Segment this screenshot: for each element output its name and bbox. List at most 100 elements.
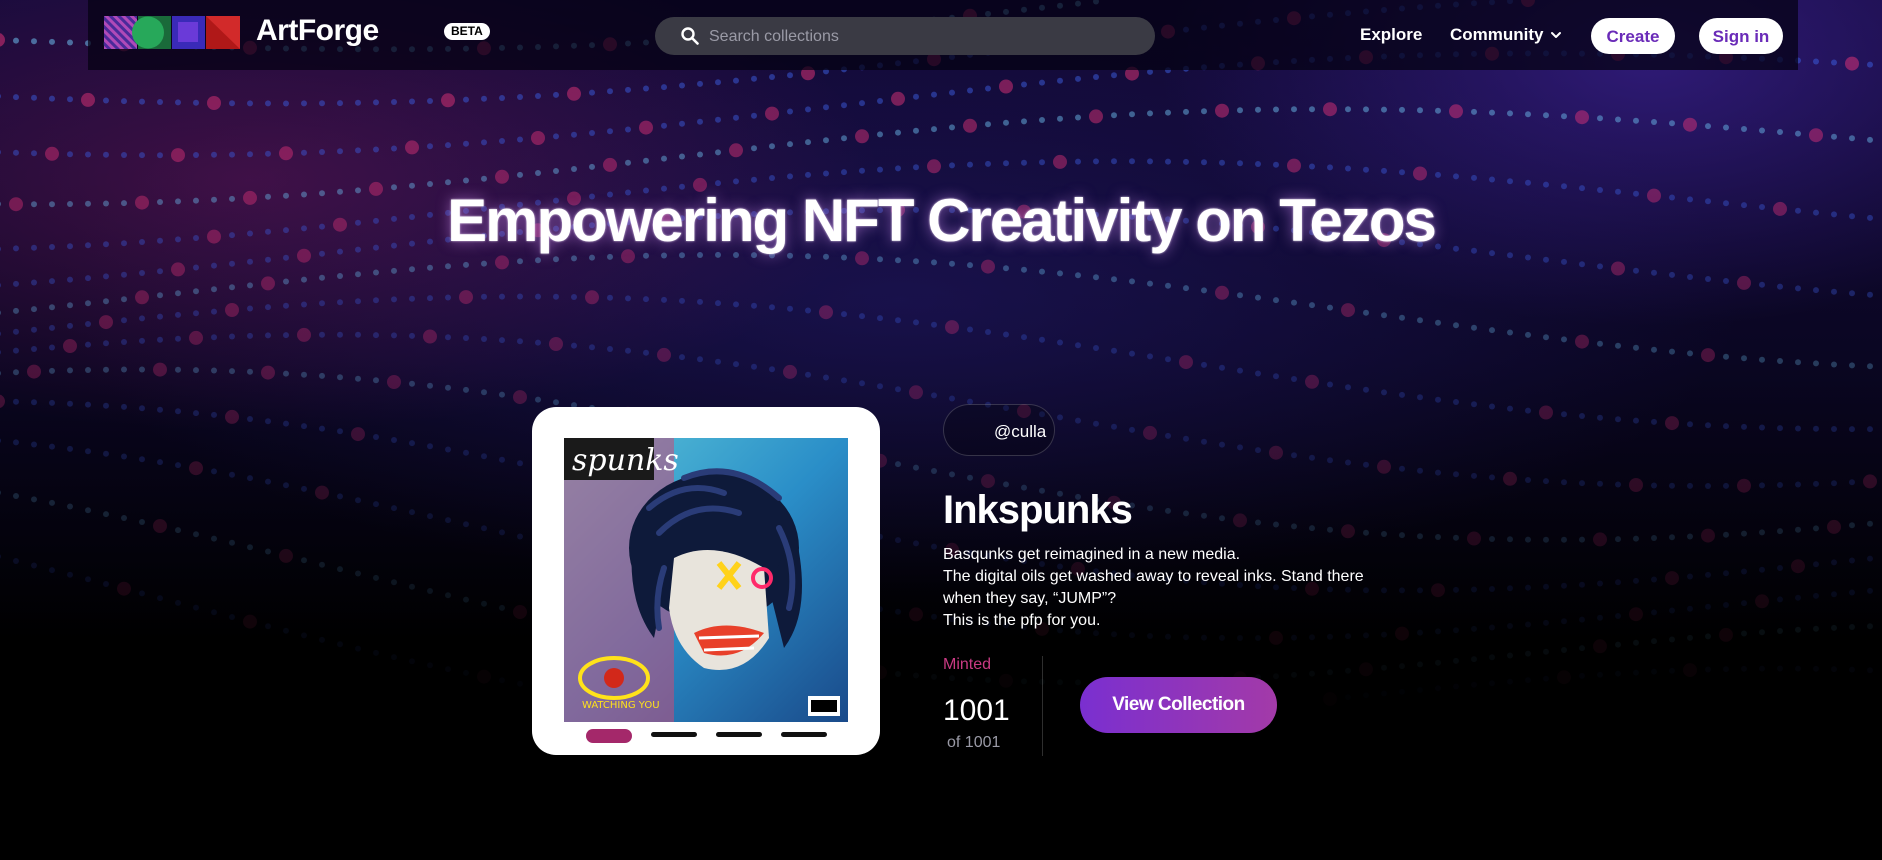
bg-particle — [445, 263, 451, 270]
creator-pill[interactable]: @culla — [943, 404, 1055, 456]
bg-particle — [661, 155, 667, 162]
bg-particle — [1849, 522, 1855, 529]
sign-in-button[interactable]: Sign in — [1699, 18, 1783, 54]
bg-particle — [229, 368, 235, 375]
bg-particle — [283, 302, 289, 309]
bg-particle — [1705, 123, 1711, 130]
bg-particle — [571, 131, 577, 138]
bg-particle — [1381, 531, 1387, 537]
bg-particle — [1165, 158, 1171, 165]
bg-particle — [1849, 666, 1855, 673]
bg-particle — [1309, 163, 1315, 170]
bg-particle — [625, 159, 631, 166]
collection-title: Inkspunks — [943, 488, 1133, 532]
bg-particle — [193, 367, 199, 374]
slide-indicator[interactable] — [651, 732, 697, 737]
bg-particle — [1143, 425, 1157, 440]
bg-particle — [931, 392, 937, 399]
bg-particle — [49, 278, 55, 285]
bg-particle — [1759, 629, 1765, 636]
bg-particle — [895, 317, 901, 324]
bg-particle — [499, 604, 505, 611]
bg-particle — [1741, 600, 1747, 607]
search-bar[interactable] — [655, 17, 1155, 57]
bg-particle — [769, 143, 775, 150]
bg-particle — [31, 346, 37, 352]
chevron-down-icon[interactable] — [1550, 31, 1562, 39]
bg-particle — [1795, 481, 1801, 488]
bg-particle — [0, 490, 1, 495]
bg-particle — [517, 171, 523, 178]
bg-particle — [67, 571, 73, 578]
bg-particle — [139, 270, 145, 276]
slide-indicator[interactable] — [716, 732, 762, 737]
bg-particle — [1237, 292, 1243, 299]
bg-particle — [121, 453, 127, 460]
bg-particle — [103, 273, 109, 280]
bg-particle — [495, 169, 509, 184]
bg-particle — [481, 95, 487, 102]
bg-particle — [1741, 665, 1747, 672]
bg-particle — [49, 499, 55, 506]
bg-particle — [1111, 158, 1117, 165]
bg-particle — [373, 332, 379, 339]
bg-particle — [1201, 438, 1207, 445]
bg-particle — [1737, 478, 1751, 493]
bg-particle — [175, 599, 181, 606]
bg-particle — [553, 168, 559, 174]
bg-particle — [1309, 454, 1315, 461]
slide-indicator[interactable] — [781, 732, 827, 737]
bg-particle — [985, 329, 991, 335]
view-collection-button[interactable]: View Collection — [1080, 677, 1277, 733]
featured-artwork-card[interactable]: spunks WATCHING YOU — [532, 407, 880, 755]
bg-particle — [1345, 694, 1351, 700]
bg-particle — [1147, 158, 1153, 165]
bg-particle — [121, 403, 127, 410]
bg-particle — [283, 332, 289, 339]
bg-particle — [1669, 607, 1675, 614]
nav-community[interactable]: Community — [1450, 25, 1544, 45]
bg-particle — [337, 428, 343, 435]
artwork-image[interactable]: spunks WATCHING YOU — [564, 438, 848, 722]
bg-particle — [787, 305, 793, 312]
bg-particle — [1525, 677, 1531, 683]
slide-indicator-active[interactable] — [586, 729, 632, 743]
bg-particle — [967, 262, 973, 269]
bg-particle — [895, 461, 901, 468]
bg-particle — [517, 293, 523, 300]
bg-particle — [1431, 583, 1445, 598]
bg-particle — [1075, 679, 1081, 685]
bg-particle — [931, 543, 937, 550]
bg-particle — [391, 267, 397, 274]
bg-particle — [121, 339, 127, 345]
logo-mark-icon[interactable] — [104, 16, 240, 49]
bg-particle — [283, 278, 289, 285]
bg-particle — [0, 282, 1, 288]
bg-particle — [1003, 481, 1009, 488]
bg-particle — [1633, 117, 1639, 124]
bg-particle — [1651, 576, 1657, 583]
bg-particle — [1759, 665, 1765, 672]
bg-particle — [1363, 692, 1369, 698]
bg-particle — [0, 350, 1, 355]
create-button[interactable]: Create — [1591, 18, 1675, 54]
bg-particle — [1849, 589, 1855, 596]
bg-particle — [283, 254, 289, 261]
bg-particle — [1039, 336, 1045, 343]
bg-particle — [985, 121, 991, 128]
bg-particle — [1629, 607, 1643, 622]
brand-name[interactable]: ArtForge — [256, 14, 379, 48]
bg-particle — [531, 131, 545, 145]
search-input[interactable] — [707, 17, 1131, 57]
bg-particle — [423, 329, 437, 344]
bg-particle — [1417, 467, 1423, 474]
bg-particle — [1471, 656, 1477, 663]
bg-particle — [1255, 635, 1261, 641]
bg-particle — [1561, 479, 1567, 486]
bg-particle — [1831, 426, 1837, 432]
bg-particle — [13, 369, 19, 376]
bg-particle — [441, 93, 455, 108]
bg-particle — [931, 259, 937, 266]
bg-particle — [1453, 173, 1459, 180]
nav-explore[interactable]: Explore — [1360, 25, 1422, 45]
